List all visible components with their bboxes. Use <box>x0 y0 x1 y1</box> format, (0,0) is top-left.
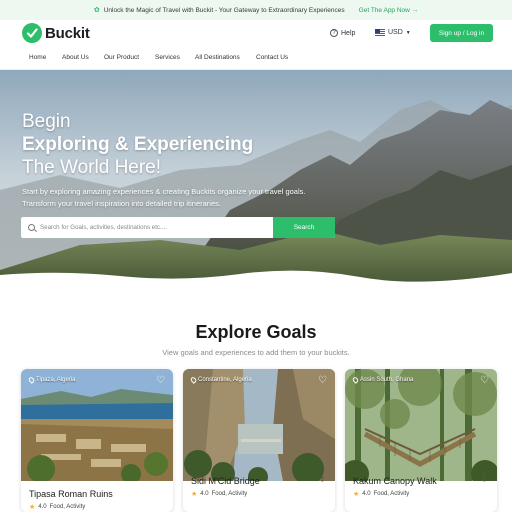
currency-selector[interactable]: USD ▼ <box>375 29 411 36</box>
us-flag-icon <box>375 29 385 36</box>
card-title: Sidi M'Cid Bridge <box>191 476 260 486</box>
nav-all-destinations[interactable]: All Destinations <box>195 54 240 61</box>
signup-login-button[interactable]: Sign up / Log in <box>430 24 493 42</box>
nav-about-us[interactable]: About Us <box>62 54 89 61</box>
goal-card[interactable]: Assin South, Ghana ♡ Kakum Canopy Walk ★… <box>345 369 497 512</box>
help-label: Help <box>341 29 356 37</box>
search-button[interactable]: Search <box>273 217 335 238</box>
site-header: Buckit ? Help USD ▼ Sign up / Log in <box>0 20 512 48</box>
nav-our-product[interactable]: Our Product <box>104 54 139 61</box>
star-icon: ★ <box>191 491 198 498</box>
star-icon: ★ <box>353 491 360 498</box>
goal-card[interactable]: Constantine, Algeria ♡ Sidi M'Cid Bridge… <box>183 369 335 512</box>
hero-heading: Begin Exploring & Experiencing The World… <box>22 110 253 179</box>
hero-line-1: Begin <box>22 111 71 132</box>
get-app-link[interactable]: Get The App Now → <box>359 7 419 14</box>
help-link[interactable]: ? Help <box>330 29 355 37</box>
heart-icon[interactable]: ♡ <box>480 375 489 386</box>
card-title: Kakum Canopy Walk <box>353 476 437 486</box>
heart-icon[interactable]: ♡ <box>156 375 165 386</box>
hero-banner: Begin Exploring & Experiencing The World… <box>0 70 512 282</box>
nav-services[interactable]: Services <box>155 54 180 61</box>
map-pin-icon <box>189 376 198 384</box>
search-icon <box>28 224 35 231</box>
nav-home[interactable]: Home <box>29 54 46 61</box>
explore-subtitle: View goals and experiences to add them t… <box>162 348 350 357</box>
card-location: Constantine, Algeria <box>189 376 252 384</box>
hero-line-2: Exploring & Experiencing <box>22 134 254 155</box>
map-pin-icon <box>351 376 360 384</box>
more-options-icon[interactable]: ⋮ <box>480 473 489 484</box>
card-image <box>345 369 497 481</box>
leaf-icon: ✿ <box>93 7 100 14</box>
card-meta: ★ 4.0 Food, Activity <box>353 491 410 498</box>
check-logo-icon <box>22 23 42 43</box>
star-icon: ★ <box>29 504 36 511</box>
card-title: Tipasa Roman Ruins <box>29 489 113 499</box>
search-bar: Search <box>21 217 335 238</box>
card-meta: ★ 4.0 Food, Activity <box>29 504 86 511</box>
card-location: Assin South, Ghana <box>351 376 413 384</box>
announcement-bar: ✿ Unlock the Magic of Travel with Buckit… <box>0 0 512 20</box>
main-nav: Home About Us Our Product Services All D… <box>0 48 512 70</box>
help-icon: ? <box>330 29 338 37</box>
card-location: Tipaza, Algeria <box>27 376 75 384</box>
brand-logo[interactable]: Buckit <box>22 23 90 43</box>
hero-line-3: The World Here! <box>22 157 162 178</box>
card-image <box>21 369 173 481</box>
announcement-text: Unlock the Magic of Travel with Buckit -… <box>103 6 345 14</box>
chevron-down-icon: ▼ <box>405 29 411 36</box>
card-meta: ★ 4.0 Food, Activity <box>191 491 248 498</box>
nav-contact-us[interactable]: Contact Us <box>256 54 288 61</box>
currency-label: USD <box>388 29 403 36</box>
explore-title: Explore Goals <box>195 322 317 342</box>
search-input[interactable] <box>40 224 270 231</box>
card-image <box>183 369 335 481</box>
more-options-icon[interactable]: ⋮ <box>318 473 327 484</box>
heart-icon[interactable]: ♡ <box>318 375 327 386</box>
goal-card[interactable]: Tipaza, Algeria ♡ Tipasa Roman Ruins ★ 4.… <box>21 369 173 512</box>
brand-name: Buckit <box>45 24 90 42</box>
hero-subtitle: Start by exploring amazing experiences &… <box>22 187 306 208</box>
map-pin-icon <box>27 376 36 384</box>
